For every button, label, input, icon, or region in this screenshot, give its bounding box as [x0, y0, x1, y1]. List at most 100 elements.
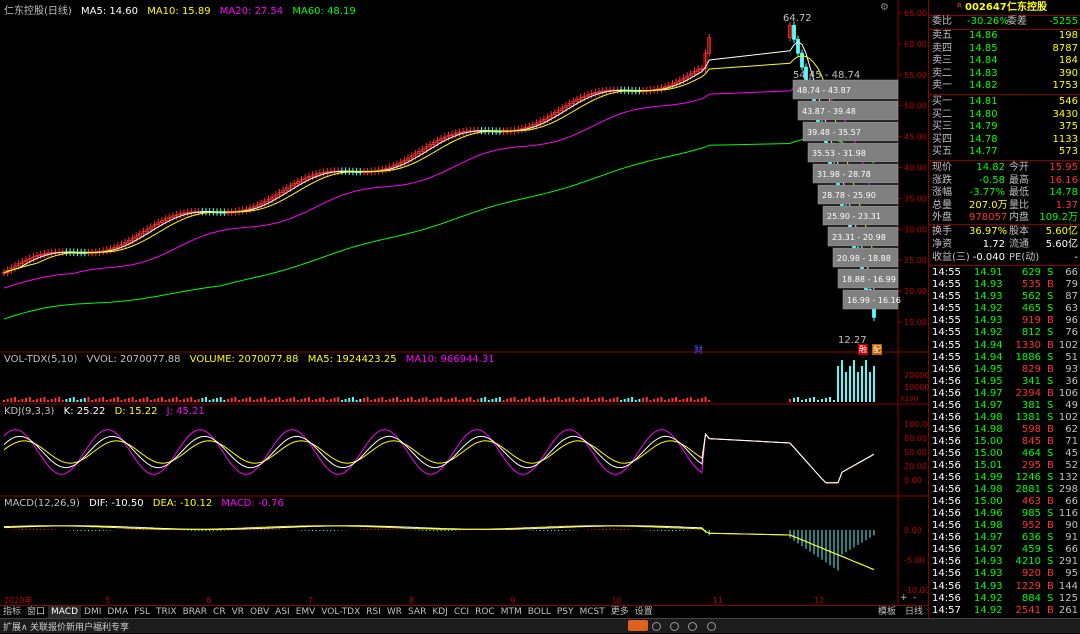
tick-row[interactable]: 14:56 14.93 920 B 95: [929, 568, 1080, 580]
tick-row[interactable]: 14:56 14.98 1381 S 102: [929, 412, 1080, 424]
volume-bar: [14, 397, 17, 402]
volume-bar: [601, 397, 604, 402]
tick-volume: 952: [1021, 520, 1041, 532]
tick-row[interactable]: 14:55 14.94 1330 B 102: [929, 340, 1080, 352]
volume-bar: [65, 399, 68, 402]
tick-count: 76: [1065, 327, 1078, 339]
tick-row[interactable]: 14:57 14.92 2541 B 261: [929, 605, 1080, 617]
quote-header: R 002647 仁东控股: [929, 2, 1080, 14]
expand-button[interactable]: 扩展∧: [3, 620, 28, 633]
tick-time: 14:56: [932, 472, 961, 484]
period-label[interactable]: 日线: [905, 606, 923, 618]
tick-row[interactable]: 14:55 14.94 1886 S 51: [929, 352, 1080, 364]
level-price: 14.83: [969, 67, 998, 79]
tick-row[interactable]: 14:55 14.93 562 S 87: [929, 291, 1080, 303]
tick-row[interactable]: 14:56 14.97 636 S 91: [929, 532, 1080, 544]
tick-time: 14:56: [932, 508, 961, 520]
tick-time: 14:56: [932, 423, 961, 435]
tick-row[interactable]: 14:56 15.01 295 B 52: [929, 460, 1080, 472]
tick-count: 66: [1065, 496, 1078, 508]
volume-bar: [805, 399, 807, 402]
tick-row[interactable]: 14:56 14.97 2394 B 106: [929, 388, 1080, 400]
tick-row[interactable]: 14:55 14.93 919 B 96: [929, 315, 1080, 327]
volume-bar: [72, 397, 75, 402]
tick-volume: 829: [1021, 363, 1041, 375]
volume-bar: [429, 400, 432, 402]
volume-bar: [351, 397, 354, 402]
linked-quote-button[interactable]: 关联报价: [30, 620, 66, 633]
price-axis-tick: 65.00: [904, 9, 927, 18]
tray-dot-icon[interactable]: [688, 622, 698, 631]
panel-divider: [929, 265, 1080, 267]
tick-row[interactable]: 14:56 14.98 598 B 62: [929, 424, 1080, 436]
volume-bar: [801, 400, 803, 402]
zoom-in-button[interactable]: +: [900, 593, 908, 603]
volume-bar: [149, 400, 152, 402]
tick-row[interactable]: 14:56 14.95 341 S 36: [929, 376, 1080, 388]
tick-row[interactable]: 14:56 15.00 845 B 71: [929, 436, 1080, 448]
volume-bar: [135, 400, 138, 402]
tick-row[interactable]: 14:56 14.92 884 S 125: [929, 593, 1080, 605]
volume-bar: [120, 400, 123, 402]
stat-row: 总量 207.0万 量比 1.37: [929, 200, 1080, 212]
volume-bar: [396, 397, 398, 402]
tick-price: 14.98: [974, 411, 1003, 423]
volume-bar: [590, 400, 593, 402]
tick-row[interactable]: 14:56 14.98 2881 S 298: [929, 484, 1080, 496]
volume-bar: [388, 399, 391, 402]
level-volume: 8787: [1052, 42, 1078, 54]
app-logo-icon[interactable]: [628, 620, 648, 631]
volume-bar: [458, 400, 461, 402]
kline-chart-canvas[interactable]: 65.0060.0055.0050.0045.0040.0035.0030.00…: [0, 0, 928, 606]
allotment-event-marker[interactable]: 配: [872, 344, 882, 355]
tray-dot-icon[interactable]: [670, 622, 680, 631]
volume-bar: [568, 398, 571, 402]
chart-area[interactable]: 65.00 60.00 55.00 50.00 45.00 40.00 35.00 30.00…: [0, 0, 928, 606]
tray-dot-icon[interactable]: [652, 622, 661, 631]
tick-price: 14.93: [974, 568, 1003, 580]
tick-row[interactable]: 14:56 14.95 829 B 93: [929, 364, 1080, 376]
tick-row[interactable]: 14:56 15.00 464 S 45: [929, 448, 1080, 460]
new-user-benefit-link[interactable]: 新用户福利专享: [66, 620, 129, 633]
tick-row[interactable]: 14:56 14.93 1229 B 144: [929, 581, 1080, 593]
volume-bar: [689, 397, 692, 402]
tick-count: 106: [1058, 387, 1078, 399]
bids-level-row: 买二 14.80 3430: [929, 109, 1080, 121]
tick-row[interactable]: 14:56 15.00 463 B 66: [929, 496, 1080, 508]
tick-row[interactable]: 14:56 14.96 985 S 116: [929, 508, 1080, 520]
volume-bar: [645, 397, 648, 402]
settings-gear-icon[interactable]: ⚙: [880, 2, 889, 13]
volume-bar: [586, 397, 589, 402]
high-price-marker: 64.72: [783, 13, 812, 24]
tick-row[interactable]: 14:55 14.93 535 B 79: [929, 279, 1080, 291]
volume-bar: [168, 399, 171, 402]
tick-row[interactable]: 14:56 14.97 459 S 66: [929, 544, 1080, 556]
tick-volume: 465: [1021, 303, 1041, 315]
chip-distribution-label: 43.87 - 39.48: [802, 107, 856, 116]
zoom-out-button[interactable]: -: [913, 593, 916, 603]
volume-bar: [509, 398, 512, 402]
tray-dot-icon[interactable]: [706, 622, 716, 631]
tick-row[interactable]: 14:56 14.98 952 B 90: [929, 520, 1080, 532]
level-label: 卖四: [932, 42, 952, 54]
tick-count: 90: [1065, 520, 1078, 532]
template-button[interactable]: 模板: [878, 606, 896, 618]
tick-row[interactable]: 14:55 14.92 465 S 63: [929, 303, 1080, 315]
stat-value-2: 5.60亿: [1045, 226, 1078, 238]
tick-row[interactable]: 14:56 14.97 381 S 49: [929, 400, 1080, 412]
tick-row[interactable]: 14:56 14.99 1246 S 132: [929, 472, 1080, 484]
finance-event-marker[interactable]: 财: [694, 343, 703, 356]
tick-row[interactable]: 14:56 14.93 4210 S 291: [929, 556, 1080, 568]
margin-event-marker[interactable]: 融: [858, 344, 868, 355]
tick-volume: 629: [1021, 267, 1041, 279]
tick-volume: 4210: [1015, 556, 1041, 568]
volume-bar: [271, 399, 274, 402]
volume-bar: [208, 400, 211, 402]
tick-row[interactable]: 14:55 14.91 629 S 66: [929, 267, 1080, 279]
volume-bar: [700, 398, 703, 402]
tick-row[interactable]: 14:55 14.92 812 S 76: [929, 327, 1080, 339]
tick-count: 93: [1065, 363, 1078, 375]
volume-bar: [660, 397, 663, 402]
volume-bar: [572, 397, 575, 402]
volume-bar: [241, 399, 244, 402]
